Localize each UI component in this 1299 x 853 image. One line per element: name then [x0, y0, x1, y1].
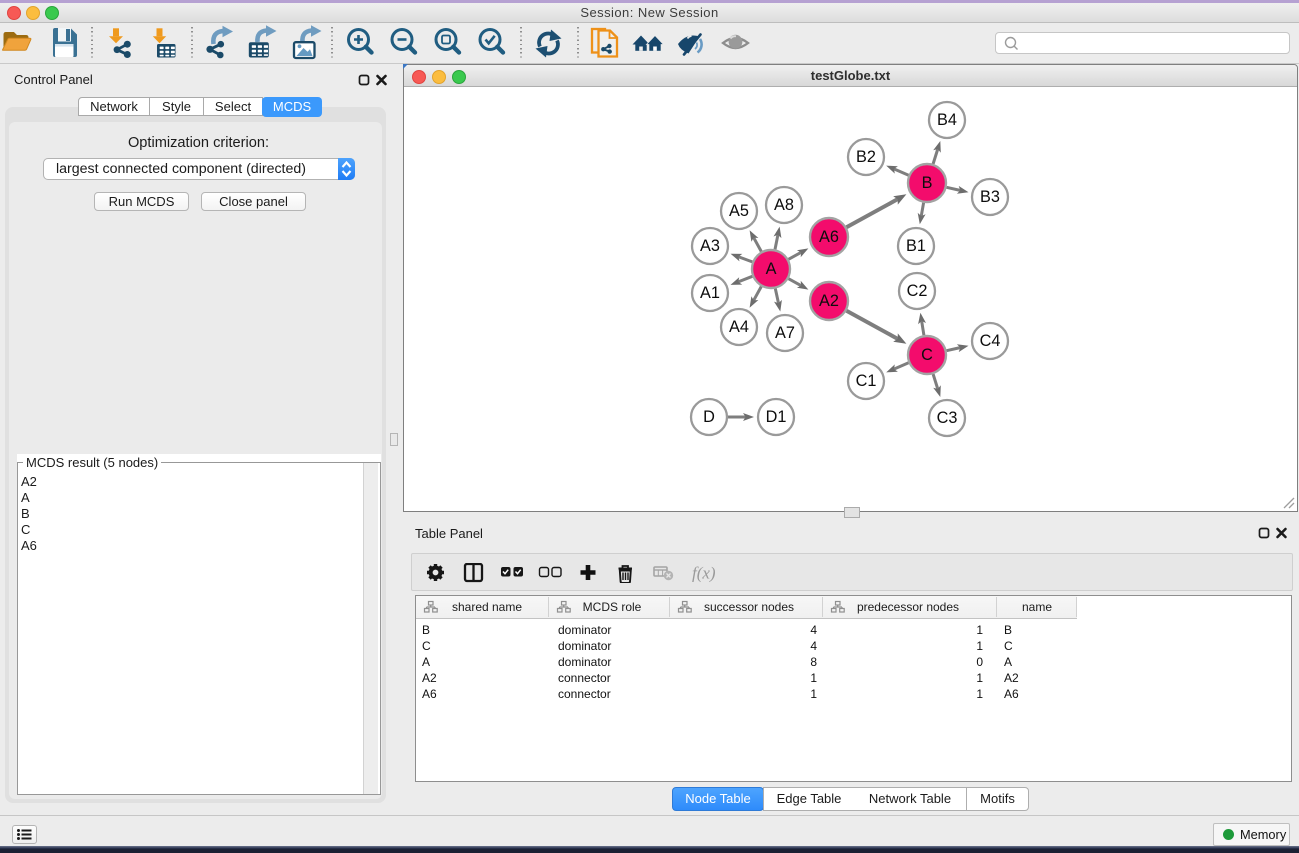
svg-text:C1: C1: [856, 372, 877, 390]
svg-text:successor nodes: successor nodes: [704, 600, 794, 614]
svg-text:A7: A7: [775, 324, 795, 342]
svg-text:A8: A8: [774, 196, 794, 214]
svg-text:B1: B1: [906, 237, 926, 255]
svg-text:B3: B3: [980, 188, 1000, 206]
svg-text:name: name: [1022, 600, 1052, 614]
svg-text:D1: D1: [766, 408, 787, 426]
svg-text:B2: B2: [856, 148, 876, 166]
svg-text:A3: A3: [700, 237, 720, 255]
svg-text:A: A: [766, 260, 777, 278]
svg-text:C4: C4: [980, 332, 1001, 350]
svg-text:C3: C3: [937, 409, 958, 427]
svg-text:A2: A2: [819, 292, 839, 310]
svg-text:A5: A5: [729, 202, 749, 220]
svg-text:f(x): f(x): [692, 564, 716, 583]
svg-text:shared name: shared name: [452, 600, 522, 614]
svg-text:predecessor nodes: predecessor nodes: [857, 600, 959, 614]
svg-text:C2: C2: [907, 282, 928, 300]
svg-text:A1: A1: [700, 284, 720, 302]
svg-text:C: C: [921, 346, 933, 364]
svg-text:B4: B4: [937, 111, 957, 129]
svg-text:A6: A6: [819, 228, 839, 246]
svg-text:MCDS role: MCDS role: [583, 600, 642, 614]
svg-text:A4: A4: [729, 318, 749, 336]
svg-text:D: D: [703, 408, 715, 426]
svg-text:B: B: [922, 174, 933, 192]
